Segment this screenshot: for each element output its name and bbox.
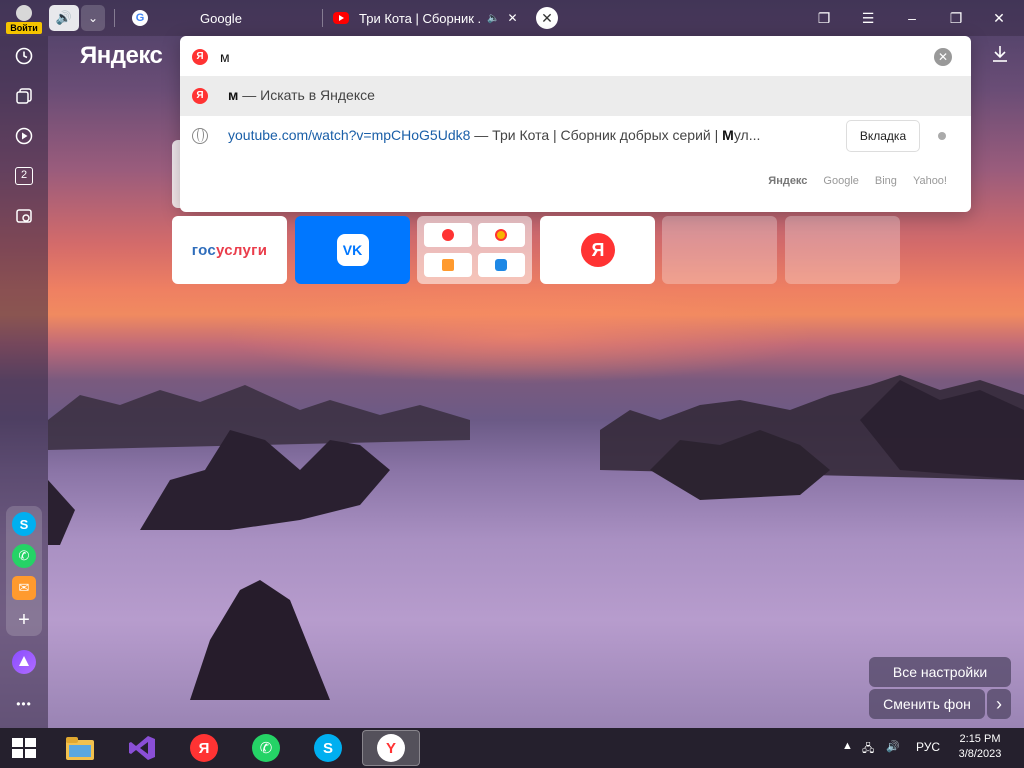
yandex-search-icon: Я — [192, 88, 208, 104]
add-app-icon[interactable]: + — [12, 608, 36, 632]
vk-logo-icon: VK — [336, 234, 369, 266]
change-background-button[interactable]: Сменить фон — [869, 689, 985, 719]
tray-expand-icon[interactable]: ▲ — [842, 740, 853, 752]
suggestion-text: м — Искать в Яндексе — [228, 87, 375, 103]
gosuslugi-logo-part: услуги — [216, 241, 268, 259]
disk-mini-icon — [477, 253, 525, 277]
visual-studio-icon[interactable] — [126, 732, 158, 764]
sidebar: 2 S ✆ ✉ + ••• — [0, 36, 48, 728]
clock-date: 3/8/2023 — [958, 748, 1002, 760]
tab-google[interactable]: G Google — [132, 4, 322, 32]
suggestion-search[interactable]: Я м — Искать в Яндексе — [180, 76, 971, 116]
network-icon[interactable]: 🖧 — [862, 740, 874, 759]
engine-yandex[interactable]: Яндекс — [768, 175, 807, 187]
alice-assistant-icon[interactable] — [12, 650, 36, 674]
login-label: Войти — [6, 22, 42, 34]
yandex-search-icon: Я — [192, 49, 208, 65]
screenshot-icon[interactable] — [12, 204, 36, 228]
switch-to-tab-button[interactable]: Вкладка — [846, 120, 920, 152]
tile-yandex-services[interactable] — [417, 216, 532, 284]
gosuslugi-logo-part: гос — [191, 241, 216, 259]
skype-icon[interactable]: S — [12, 512, 36, 536]
tile-empty[interactable] — [662, 216, 777, 284]
windows-start-icon[interactable] — [12, 738, 36, 758]
tab-separator — [114, 9, 115, 27]
login-button[interactable]: Войти — [6, 3, 42, 34]
bookmarks-icon[interactable]: ❐ — [811, 6, 837, 30]
tab-close-icon[interactable]: ✕ — [507, 11, 517, 25]
tab-separator — [322, 9, 323, 27]
tile-gosuslugi[interactable]: гос услуги — [172, 216, 287, 284]
language-indicator[interactable]: РУС — [916, 740, 940, 754]
yandex-mini-icon — [424, 223, 472, 247]
suggestion-text: youtube.com/watch?v=mpCHoG5Udk8 — Три Ко… — [228, 127, 761, 143]
clock[interactable]: 2:15 PM 3/8/2023 — [950, 732, 1010, 762]
speaker-icon: 🔊 — [55, 10, 73, 25]
yandex-icon: Я — [581, 233, 615, 267]
download-icon[interactable] — [990, 45, 1010, 67]
close-new-tab-button[interactable]: ✕ — [536, 7, 558, 29]
tile-vk[interactable]: VK — [295, 216, 410, 284]
yandex-browser-active-icon[interactable]: Y — [362, 730, 420, 766]
engine-google[interactable]: Google — [823, 175, 858, 187]
history-icon[interactable] — [12, 44, 36, 68]
volume-icon[interactable]: 🔊 — [886, 740, 900, 753]
omnibox-dropdown: Я м ✕ Я м — Искать в Яндексе youtube.com… — [180, 36, 971, 212]
audio-control-button[interactable]: 🔊 — [49, 5, 79, 31]
tab-youtube[interactable]: Три Кота | Сборник ... 🔈 ✕ — [333, 4, 523, 32]
engine-bing[interactable]: Bing — [875, 175, 897, 187]
mail-icon[interactable]: ✉ — [12, 576, 36, 600]
tab-count-icon[interactable]: 2 — [12, 164, 36, 188]
tab-audio-icon[interactable]: 🔈 — [487, 13, 499, 24]
skype-icon[interactable]: S — [312, 732, 344, 764]
tile-yandex[interactable]: Я — [540, 216, 655, 284]
more-icon[interactable]: ••• — [12, 692, 36, 716]
yandex-logo[interactable]: Яндекс — [80, 42, 163, 70]
whatsapp-icon[interactable]: ✆ — [12, 544, 36, 568]
google-icon: G — [132, 10, 148, 26]
close-window-icon[interactable]: ✕ — [986, 6, 1012, 30]
search-engine-list: Яндекс Google Bing Yahoo! — [768, 175, 947, 187]
tab-title: Три Кота | Сборник ... — [359, 10, 481, 26]
clock-time: 2:15 PM — [959, 733, 1001, 745]
tile-empty[interactable] — [785, 216, 900, 284]
minimize-icon[interactable]: – — [899, 6, 925, 30]
menu-icon[interactable]: ☰ — [855, 6, 881, 30]
whatsapp-icon[interactable]: ✆ — [250, 732, 282, 764]
maximize-icon[interactable]: ❐ — [943, 6, 969, 30]
collections-icon[interactable] — [12, 84, 36, 108]
user-avatar-icon — [16, 5, 32, 21]
clear-input-button[interactable]: ✕ — [934, 48, 952, 66]
yandex-browser-icon[interactable]: Я — [188, 732, 220, 764]
youtube-icon — [333, 12, 349, 24]
engine-yahoo[interactable]: Yahoo! — [913, 175, 947, 187]
tab-bar: Войти 🔊 ⌄ G Google Три Кота | Сборник ..… — [0, 0, 1024, 36]
file-explorer-icon[interactable] — [64, 732, 96, 764]
chevron-down-icon: ⌄ — [87, 11, 99, 25]
next-background-button[interactable]: › — [987, 689, 1011, 719]
all-settings-button[interactable]: Все настройки — [869, 657, 1011, 687]
video-icon[interactable] — [12, 124, 36, 148]
audio-dropdown-button[interactable]: ⌄ — [81, 5, 105, 31]
tab-count: 2 — [15, 167, 33, 185]
sidebar-apps-panel: S ✆ ✉ + — [6, 506, 42, 636]
globe-icon — [192, 128, 208, 144]
tab-title: Google — [200, 10, 242, 26]
address-input[interactable]: м — [220, 46, 920, 68]
zen-mini-icon — [477, 223, 525, 247]
mail-mini-icon — [424, 253, 472, 277]
suggestion-indicator-dot — [938, 132, 946, 140]
taskbar: Я ✆ S Y ▲ 🖧 🔊 РУС 2:15 PM 3/8/2023 — [0, 728, 1024, 768]
